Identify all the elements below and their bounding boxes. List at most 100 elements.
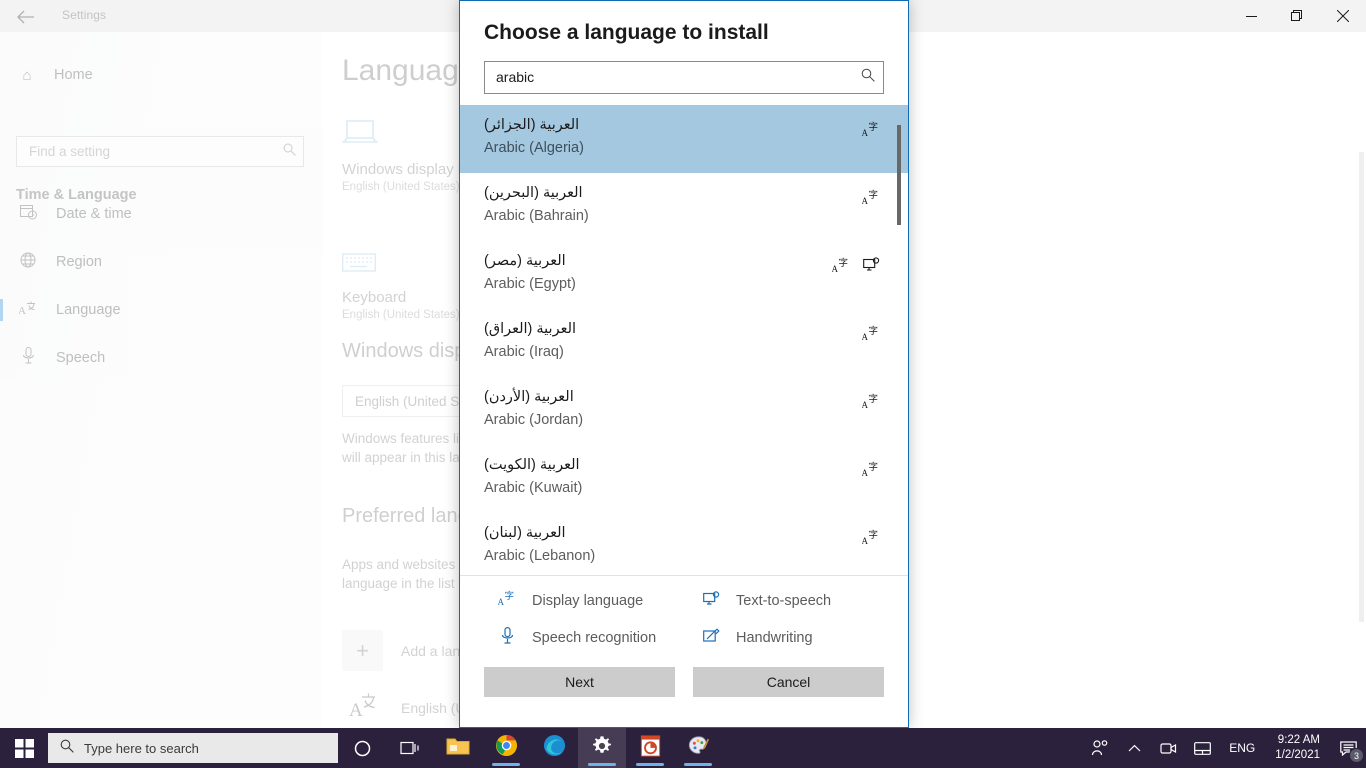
- next-button[interactable]: Next: [484, 667, 675, 697]
- windows-start-icon[interactable]: [0, 728, 48, 768]
- page-title: Language: [342, 54, 475, 88]
- display-language-icon: A 字: [862, 529, 880, 550]
- tray-clock[interactable]: 9:22 AM 1/2/2021: [1265, 733, 1330, 763]
- taskbar-app-microsoft-edge[interactable]: [530, 728, 578, 768]
- language-icon: A: [18, 300, 38, 321]
- main-scrollbar-thumb[interactable]: [1359, 152, 1364, 622]
- edge-icon: [543, 734, 566, 762]
- language-list-item[interactable]: العربية (الكويت) Arabic (Kuwait) A 字: [460, 445, 908, 513]
- language-native-name: العربية (البحرين): [484, 185, 908, 201]
- window-controls: [1228, 0, 1366, 32]
- taskbar-search-placeholder: Type here to search: [84, 741, 199, 756]
- sidebar-item-region[interactable]: Region: [0, 240, 322, 284]
- language-english-name: Arabic (Egypt): [484, 276, 908, 292]
- svg-text:字: 字: [869, 529, 879, 541]
- minimize-button[interactable]: [1228, 0, 1274, 32]
- language-feature-icons: A 字: [862, 393, 880, 414]
- language-list-item[interactable]: العربية (الأردن) Arabic (Jordan) A 字: [460, 377, 908, 445]
- feature-speech-recognition: Speech recognition: [498, 627, 702, 649]
- language-list-item[interactable]: العربية (لبنان) Arabic (Lebanon) A 字: [460, 513, 908, 576]
- taskbar-app-powerpoint[interactable]: [626, 728, 674, 768]
- sidebar: ⌂ Home Find a setting Time & Language Da…: [0, 32, 322, 728]
- language-list-scrollbar[interactable]: [897, 105, 901, 575]
- svg-text:字: 字: [869, 461, 879, 473]
- language-list-item[interactable]: العربية (العراق) Arabic (Iraq) A 字: [460, 309, 908, 377]
- sidebar-item-label: Home: [54, 67, 93, 83]
- main-scrollbar[interactable]: [1359, 72, 1364, 712]
- sidebar-item-speech[interactable]: Speech: [0, 336, 322, 380]
- touchpad-icon[interactable]: [1185, 728, 1219, 768]
- tray-date: 1/2/2021: [1275, 748, 1320, 763]
- notification-icon[interactable]: 3: [1330, 728, 1366, 768]
- language-native-name: العربية (الجزائر): [484, 117, 908, 133]
- language-feature-icons: A 字: [862, 325, 880, 346]
- taskbar-app-file-explorer[interactable]: [434, 728, 482, 768]
- language-search-box[interactable]: [484, 61, 884, 94]
- language-icon: A: [342, 692, 383, 723]
- taskbar-search-box[interactable]: Type here to search: [48, 733, 338, 763]
- running-indicator: [636, 763, 664, 766]
- language-feature-icons: A 字: [832, 257, 880, 278]
- cancel-button[interactable]: Cancel: [693, 667, 884, 697]
- camera-icon[interactable]: [1151, 728, 1185, 768]
- language-english-name: Arabic (Jordan): [484, 412, 908, 428]
- language-search-input[interactable]: [485, 69, 853, 85]
- dialog-button-row: Next Cancel: [460, 657, 908, 697]
- cortana-circle-icon[interactable]: [338, 728, 386, 768]
- language-list[interactable]: العربية (الجزائر) Arabic (Algeria) A 字 ا…: [460, 105, 908, 576]
- display-language-icon: A 字: [498, 590, 516, 611]
- globe-icon: [18, 252, 38, 273]
- search-icon: [60, 739, 74, 758]
- search-icon: [853, 68, 883, 87]
- taskbar-app-paint[interactable]: [674, 728, 722, 768]
- people-icon[interactable]: [1083, 728, 1117, 768]
- taskbar: Type here to search: [0, 728, 1366, 768]
- display-language-icon: A 字: [862, 189, 880, 210]
- language-english-name: Arabic (Bahrain): [484, 208, 908, 224]
- feature-handwriting: Handwriting: [702, 627, 908, 649]
- feature-text-to-speech: Text-to-speech: [702, 590, 908, 611]
- powerpoint-icon: [640, 735, 661, 762]
- sidebar-item-language[interactable]: A Language: [0, 288, 322, 332]
- display-language-icon: A 字: [832, 257, 850, 278]
- language-native-name: العربية (العراق): [484, 321, 908, 337]
- svg-text:字: 字: [869, 189, 879, 201]
- choose-language-dialog: Choose a language to install العربية (ال…: [459, 0, 909, 728]
- language-list-item[interactable]: العربية (مصر) Arabic (Egypt) A 字: [460, 241, 908, 309]
- language-list-item[interactable]: العربية (الجزائر) Arabic (Algeria) A 字: [460, 105, 908, 173]
- sidebar-item-home[interactable]: ⌂ Home: [8, 58, 308, 92]
- dialog-title: Choose a language to install: [484, 21, 908, 45]
- dialog-footer-spacer: [460, 697, 908, 727]
- tray-language-indicator[interactable]: ENG: [1219, 741, 1265, 755]
- svg-text:A: A: [349, 700, 363, 718]
- search-icon: [275, 143, 303, 161]
- chrome-icon: [495, 734, 518, 762]
- plus-icon: +: [342, 630, 383, 671]
- feature-label: Text-to-speech: [736, 593, 831, 609]
- language-native-name: العربية (الأردن): [484, 389, 908, 405]
- close-button[interactable]: [1320, 0, 1366, 32]
- task-view-icon[interactable]: [386, 728, 434, 768]
- language-list-item[interactable]: العربية (البحرين) Arabic (Bahrain) A 字: [460, 173, 908, 241]
- sidebar-item-label: Speech: [56, 350, 105, 366]
- taskbar-app-settings[interactable]: [578, 728, 626, 768]
- display-language-icon: A 字: [862, 393, 880, 414]
- sidebar-item-label: Date & time: [56, 206, 132, 222]
- taskbar-app-google-chrome[interactable]: [482, 728, 530, 768]
- back-button[interactable]: [8, 2, 42, 32]
- language-feature-icons: A 字: [862, 121, 880, 142]
- settings-search-box[interactable]: Find a setting: [16, 136, 304, 167]
- svg-text:A: A: [19, 305, 26, 316]
- chevron-up-icon[interactable]: [1117, 728, 1151, 768]
- display-language-icon: A 字: [862, 461, 880, 482]
- language-list-scrollbar-thumb[interactable]: [897, 125, 901, 225]
- display-language-icon: A 字: [862, 121, 880, 142]
- sidebar-item-date-time[interactable]: Date & time: [0, 192, 322, 236]
- maximize-button[interactable]: [1274, 0, 1320, 32]
- feature-label: Display language: [532, 593, 643, 609]
- system-tray: ENG 9:22 AM 1/2/2021 3: [1083, 728, 1366, 768]
- tray-time: 9:22 AM: [1275, 733, 1320, 748]
- home-icon: ⌂: [18, 67, 36, 84]
- language-feature-icons: A 字: [862, 461, 880, 482]
- svg-text:字: 字: [505, 590, 515, 602]
